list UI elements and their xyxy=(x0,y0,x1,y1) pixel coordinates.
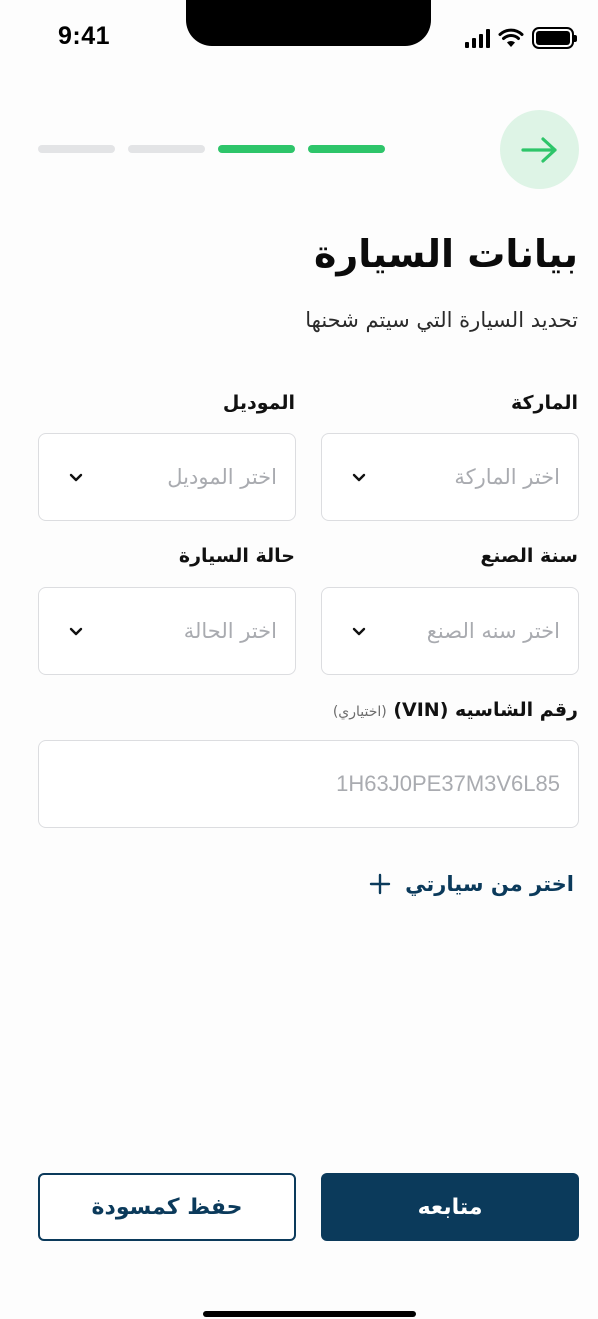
cellular-signal-icon xyxy=(465,28,490,48)
pick-from-my-cars-link[interactable]: اختر من سيارتي xyxy=(369,872,574,896)
brand-label: الماركة xyxy=(510,392,578,414)
arrow-right-icon xyxy=(520,136,557,163)
vin-label-text: رقم الشاسيه (VIN) xyxy=(393,699,578,721)
status-time: 9:41 xyxy=(58,22,111,50)
status-bar: 9:41 xyxy=(0,0,598,80)
progress-step-1 xyxy=(308,145,385,153)
step-progress xyxy=(38,145,385,153)
vin-input[interactable] xyxy=(57,771,560,797)
model-select[interactable]: اختر الموديل xyxy=(38,433,296,521)
page-title: بيانات السيارة xyxy=(313,232,578,276)
brand-placeholder: اختر الماركة xyxy=(454,465,560,489)
condition-label: حالة السيارة xyxy=(178,545,295,567)
plus-icon xyxy=(369,873,391,895)
condition-select[interactable]: اختر الحالة xyxy=(38,587,296,675)
condition-placeholder: اختر الحالة xyxy=(183,619,277,643)
vin-label: رقم الشاسيه (VIN) (اختياري) xyxy=(333,699,578,721)
year-label: سنة الصنع xyxy=(480,545,578,567)
chevron-down-icon xyxy=(69,627,83,635)
model-label: الموديل xyxy=(222,392,295,414)
chevron-down-icon xyxy=(352,473,366,481)
year-select[interactable]: اختر سنه الصنع xyxy=(321,587,579,675)
brand-select[interactable]: اختر الماركة xyxy=(321,433,579,521)
progress-step-4 xyxy=(38,145,115,153)
home-indicator xyxy=(203,1311,416,1317)
back-button[interactable] xyxy=(500,110,579,189)
save-draft-button[interactable]: حفظ كمسودة xyxy=(38,1173,296,1241)
model-placeholder: اختر الموديل xyxy=(167,465,277,489)
pick-from-my-cars-label: اختر من سيارتي xyxy=(405,872,574,896)
progress-step-2 xyxy=(218,145,295,153)
battery-icon xyxy=(532,27,577,49)
chevron-down-icon xyxy=(352,627,366,635)
continue-button[interactable]: متابعه xyxy=(321,1173,579,1241)
chevron-down-icon xyxy=(69,473,83,481)
year-placeholder: اختر سنه الصنع xyxy=(426,619,560,643)
status-icons xyxy=(465,27,577,49)
page-subtitle: تحديد السيارة التي سيتم شحنها xyxy=(305,308,578,332)
device-notch xyxy=(186,0,431,46)
vin-optional-tag: (اختياري) xyxy=(332,704,387,720)
wifi-icon xyxy=(498,28,524,47)
progress-step-3 xyxy=(128,145,205,153)
vin-field[interactable] xyxy=(38,740,579,828)
